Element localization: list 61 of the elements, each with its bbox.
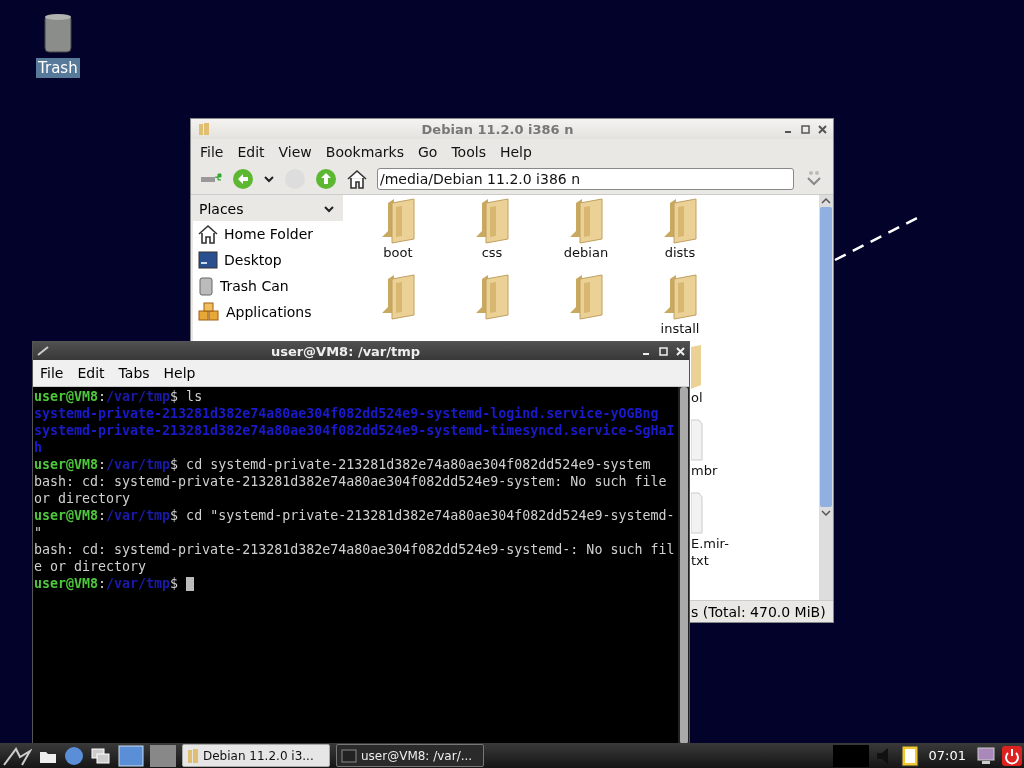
sidebar-item[interactable]: Home Folder [224, 226, 314, 242]
file-label[interactable]: mbr [691, 462, 718, 479]
file-label[interactable]: E.mir- txt [691, 535, 729, 569]
sidebar-item[interactable]: Trash Can [220, 278, 289, 294]
command-line: user@VM8:/var/tmp$ cd systemd-private-213281d382e74a80ae304f082dd524e9-system [34, 457, 651, 472]
status-text: s (Total: 470.0 MiB) [691, 603, 826, 620]
trash-icon [198, 276, 214, 296]
command-line: user@VM8:/var/tmp$ ls [34, 389, 203, 404]
boxes-icon [198, 302, 220, 322]
home-icon [198, 224, 218, 244]
menu-item[interactable]: Edit [230, 143, 272, 161]
output-text: bash: cd: systemd-private-213281d382e74a80ae304f082dd524e9-systemd-: No such file or directory [34, 542, 675, 574]
menu-item[interactable]: Help [156, 364, 203, 382]
clock[interactable]: 07:01 [924, 748, 970, 763]
window-title: user@VM8: /var/tmp [269, 343, 422, 359]
desktop-icon-label[interactable]: Trash [36, 58, 80, 78]
command-line: user@VM8:/var/tmp$ [34, 576, 179, 591]
file-label[interactable]: dists [664, 245, 696, 260]
menu-item[interactable]: Help [492, 143, 539, 161]
sidebar-header[interactable]: Places [199, 201, 244, 217]
taskbar-button[interactable]: Debian 11.2.0 i3... [182, 744, 330, 767]
menu-item[interactable]: View [271, 143, 319, 161]
home-icon[interactable] [346, 168, 368, 190]
close-icon[interactable] [818, 124, 827, 134]
menu-item[interactable]: File [193, 143, 231, 161]
clipboard-icon[interactable] [900, 744, 919, 767]
sidebar-item[interactable]: Desktop [224, 252, 282, 268]
power-icon[interactable] [1002, 745, 1022, 766]
output-text: bash: cd: systemd-private-213281d382e74a80ae304f082dd524e9-system: No such file or directory [34, 474, 668, 506]
scroll-down-icon[interactable] [820, 507, 832, 519]
file-label[interactable]: boot [383, 245, 413, 260]
globe-icon[interactable] [64, 745, 84, 766]
lock-screen-icon[interactable] [976, 745, 996, 766]
menu-item[interactable]: Bookmarks [318, 143, 411, 161]
file-label[interactable]: css [481, 245, 503, 260]
command-line: user@VM8:/var/tmp$ cd "systemd-private-213281d382e74a80ae304f082dd524e9-systemd- " [34, 508, 675, 540]
menu-item[interactable]: Tools [444, 143, 493, 161]
menu-item[interactable]: File [33, 364, 71, 382]
listing-text: systemd-private-213281d382e74a80ae304f082dd524e9-systemd-logind.service-yOGBng [34, 406, 659, 421]
menu-item[interactable]: Edit [70, 364, 112, 382]
taskbar-button[interactable]: user@VM8: /var/... [336, 744, 484, 767]
tray-block [832, 744, 869, 767]
sidebar-item[interactable]: Applications [226, 304, 312, 320]
maximize-icon[interactable] [801, 124, 810, 134]
trash-icon[interactable] [42, 12, 73, 54]
file-label[interactable]: install [660, 321, 700, 336]
terminal-icon [341, 748, 357, 763]
windows-icon[interactable] [90, 745, 112, 766]
caret-icon[interactable] [323, 204, 335, 214]
file-label[interactable]: debian [563, 245, 609, 260]
window-title: Debian 11.2.0 i386 n [420, 121, 575, 137]
listing-text: systemd-private-213281d382e74a80ae304f082dd524e9-systemd-timesyncd.service-SgHaIh [34, 423, 675, 455]
file-label[interactable]: ol [691, 389, 703, 406]
menu-item[interactable]: Tabs [111, 364, 157, 382]
desktop-icon [198, 251, 218, 269]
caret-icon[interactable] [263, 174, 275, 184]
menu-item[interactable]: Go [411, 143, 445, 161]
location-field[interactable]: /media/Debian 11.2.0 i386 n [377, 168, 794, 190]
window-menu-icon[interactable] [37, 346, 49, 356]
desktop-pager[interactable] [150, 744, 176, 767]
desktop-switch-icon[interactable] [118, 744, 144, 767]
